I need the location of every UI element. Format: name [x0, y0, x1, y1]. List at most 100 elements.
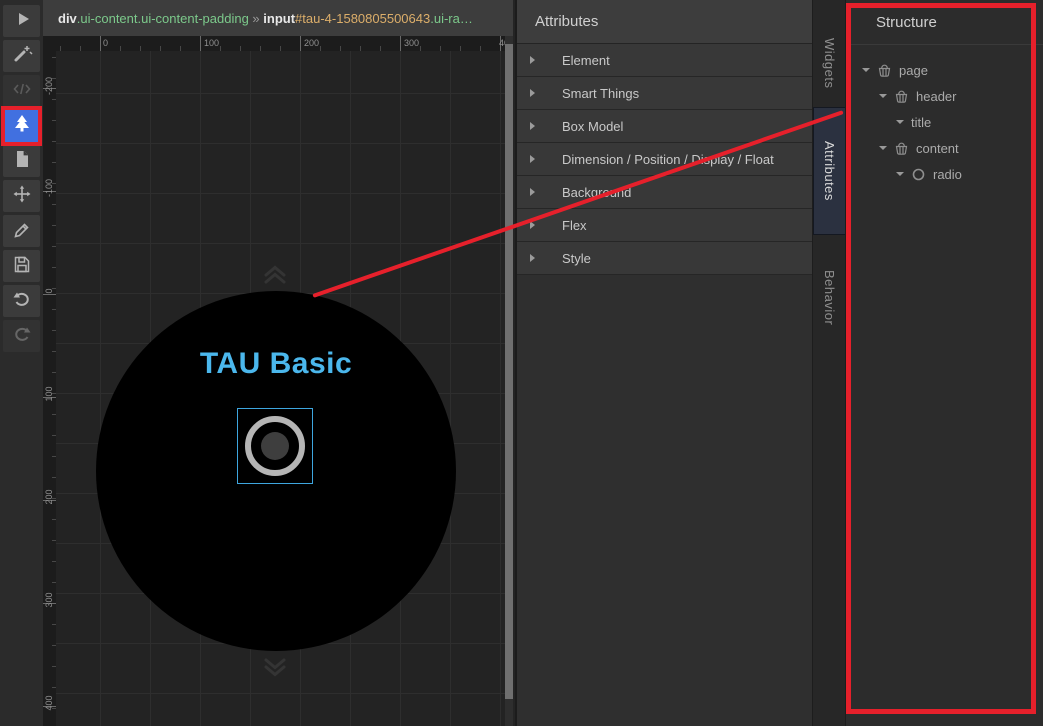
tree-node-header[interactable]: header	[846, 83, 1043, 109]
code-view-icon	[11, 79, 33, 104]
attr-section-flex[interactable]: Flex	[517, 209, 812, 242]
attr-section-label: Style	[562, 251, 591, 266]
h-ruler-label: 200	[304, 38, 319, 48]
page-icon	[11, 149, 33, 174]
tree-node-content[interactable]: content	[846, 135, 1043, 161]
breadcrumb-parent-tag[interactable]: div	[58, 11, 77, 26]
breadcrumb-selected-classes[interactable]: .ui-ra…	[430, 11, 473, 26]
tree-view-icon	[11, 113, 33, 140]
structure-tree: page header title	[846, 57, 1043, 187]
attr-section-style[interactable]: Style	[517, 242, 812, 275]
attr-section-smart-things[interactable]: Smart Things	[517, 77, 812, 110]
v-ruler-label: 400	[44, 688, 54, 718]
collapse-caret-icon[interactable]	[862, 68, 870, 72]
h-ruler-label: 100	[204, 38, 219, 48]
page-title-widget[interactable]: TAU Basic	[96, 347, 456, 381]
expand-arrow-icon	[530, 155, 535, 163]
attr-section-element[interactable]: Element	[517, 44, 812, 77]
v-ruler-label: 200	[44, 482, 54, 512]
v-ruler-label: 100	[44, 379, 54, 409]
design-canvas[interactable]: TAU Basic -200 -100 0 100 200 300 400 0 …	[43, 36, 505, 726]
collapse-caret-icon[interactable]	[879, 94, 887, 98]
expand-arrow-icon	[530, 122, 535, 130]
run-icon	[11, 9, 33, 34]
tree-node-label: page	[899, 63, 928, 78]
tab-widgets[interactable]: Widgets	[813, 16, 846, 111]
radio-dot	[261, 432, 289, 460]
canvas-scrollbar	[505, 36, 513, 726]
v-ruler-label: 300	[44, 585, 54, 615]
run-button[interactable]	[3, 5, 40, 37]
magic-wand-button[interactable]	[3, 40, 40, 72]
breadcrumb-selected-id[interactable]: #tau-4-1580805500643	[295, 11, 430, 26]
expand-arrow-icon	[530, 89, 535, 97]
attr-section-box-model[interactable]: Box Model	[517, 110, 812, 143]
breadcrumb-parent-classes[interactable]: .ui-content.ui-content-padding	[77, 11, 249, 26]
attributes-panel: Attributes Element Smart Things Box Mode…	[515, 0, 812, 726]
save-icon	[11, 254, 33, 279]
save-button[interactable]	[3, 250, 40, 282]
canvas-scrollbar-thumb[interactable]	[505, 44, 513, 699]
tree-node-title[interactable]: title	[846, 109, 1043, 135]
left-toolbar	[0, 0, 43, 726]
h-ruler-label: 0	[103, 38, 108, 48]
page-button[interactable]	[3, 145, 40, 177]
undo-icon	[11, 289, 33, 314]
structure-panel-title: Structure	[846, 0, 1043, 45]
move-icon	[11, 184, 33, 209]
h-ruler-label: 400	[499, 38, 505, 48]
tab-attributes[interactable]: Attributes	[813, 107, 846, 235]
attr-section-background[interactable]: Background	[517, 176, 812, 209]
attr-section-label: Flex	[562, 218, 587, 233]
container-icon	[894, 141, 909, 156]
attr-section-label: Background	[562, 185, 631, 200]
undo-button[interactable]	[3, 285, 40, 317]
tree-node-radio[interactable]: radio	[846, 161, 1043, 187]
chevron-down-icon	[258, 658, 292, 685]
tree-node-label: radio	[933, 167, 962, 182]
magic-wand-icon	[11, 44, 33, 69]
tab-behavior[interactable]: Behavior	[813, 250, 846, 345]
breadcrumb-selected-tag[interactable]: input	[263, 11, 295, 26]
breadcrumb-separator: »	[249, 11, 263, 26]
expand-arrow-icon	[530, 254, 535, 262]
h-ruler-label: 300	[404, 38, 419, 48]
v-ruler-label: 0	[44, 276, 54, 306]
breadcrumb: div.ui-content.ui-content-padding » inpu…	[43, 0, 513, 36]
attr-section-label: Box Model	[562, 119, 623, 134]
v-ruler-label: -100	[44, 173, 54, 203]
radio-icon	[911, 167, 926, 182]
move-button[interactable]	[3, 180, 40, 212]
structure-panel: Structure page header	[845, 0, 1043, 726]
attr-section-label: Dimension / Position / Display / Float	[562, 152, 774, 167]
attr-section-label: Element	[562, 53, 610, 68]
attributes-panel-title: Attributes	[517, 0, 812, 44]
edit-icon	[11, 219, 33, 244]
attr-section-label: Smart Things	[562, 86, 639, 101]
tree-node-label: header	[916, 89, 956, 104]
container-icon	[877, 63, 892, 78]
ui-builder-window: div.ui-content.ui-content-padding » inpu…	[0, 0, 1043, 726]
expand-arrow-icon	[530, 188, 535, 196]
redo-icon	[11, 324, 33, 349]
collapse-caret-icon[interactable]	[896, 172, 904, 176]
tree-view-button[interactable]	[1, 106, 42, 146]
side-tab-strip: Widgets Attributes Behavior	[812, 0, 845, 726]
attr-section-dimension[interactable]: Dimension / Position / Display / Float	[517, 143, 812, 176]
tree-node-page[interactable]: page	[846, 57, 1043, 83]
expand-arrow-icon	[530, 221, 535, 229]
vertical-ruler: -200 -100 0 100 200 300 400	[43, 51, 56, 726]
collapse-caret-icon[interactable]	[896, 120, 904, 124]
radio-widget-selection[interactable]	[237, 408, 313, 484]
edit-button[interactable]	[3, 215, 40, 247]
tree-node-label: content	[916, 141, 959, 156]
code-view-button	[3, 75, 40, 107]
redo-button	[3, 320, 40, 352]
tree-node-label: title	[911, 115, 931, 130]
expand-arrow-icon	[530, 56, 535, 64]
container-icon	[894, 89, 909, 104]
radio-widget[interactable]	[245, 416, 305, 476]
v-ruler-label: -200	[44, 71, 54, 101]
collapse-caret-icon[interactable]	[879, 146, 887, 150]
chevron-up-icon	[258, 262, 292, 289]
